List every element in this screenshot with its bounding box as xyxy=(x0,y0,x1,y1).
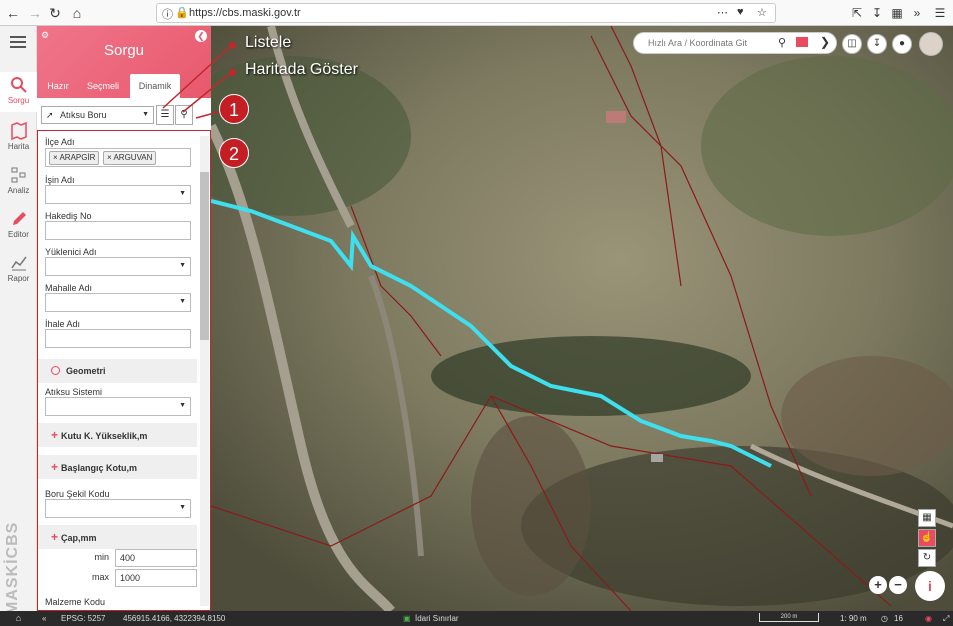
fullscreen-icon[interactable]: ⤢ xyxy=(943,611,949,626)
home-icon[interactable]: ⌂ xyxy=(0,611,37,626)
annotation-number-1: 1 xyxy=(219,94,249,124)
status-bar: « EPSG: 5257 456915.4166, 4322394.8150 ▣… xyxy=(37,611,953,626)
scale-ratio: 1: 90 m xyxy=(840,614,867,623)
coordinate-readout: 456915.4166, 4322394.8150 xyxy=(123,614,226,623)
zoom-level: 16 xyxy=(894,614,903,623)
layer-label[interactable]: İdari Sınırlar xyxy=(415,611,459,626)
annotation-haritada-goster: Haritada Göster xyxy=(245,61,358,78)
layer-icon: ▣ xyxy=(403,614,411,623)
annotation-dot xyxy=(229,69,236,76)
annotation-dot xyxy=(229,42,236,49)
annotation-lines xyxy=(162,44,233,119)
location-icon[interactable]: ◉ xyxy=(925,611,932,626)
annotation-number-2: 2 xyxy=(219,138,249,168)
collapse-icon[interactable]: « xyxy=(42,611,46,626)
epsg-label[interactable]: EPSG: 5257 xyxy=(61,611,105,626)
annotation-listele: Listele xyxy=(245,34,292,51)
scale-bar: 200 m xyxy=(759,613,819,622)
clock-icon: ◷ xyxy=(881,614,888,623)
